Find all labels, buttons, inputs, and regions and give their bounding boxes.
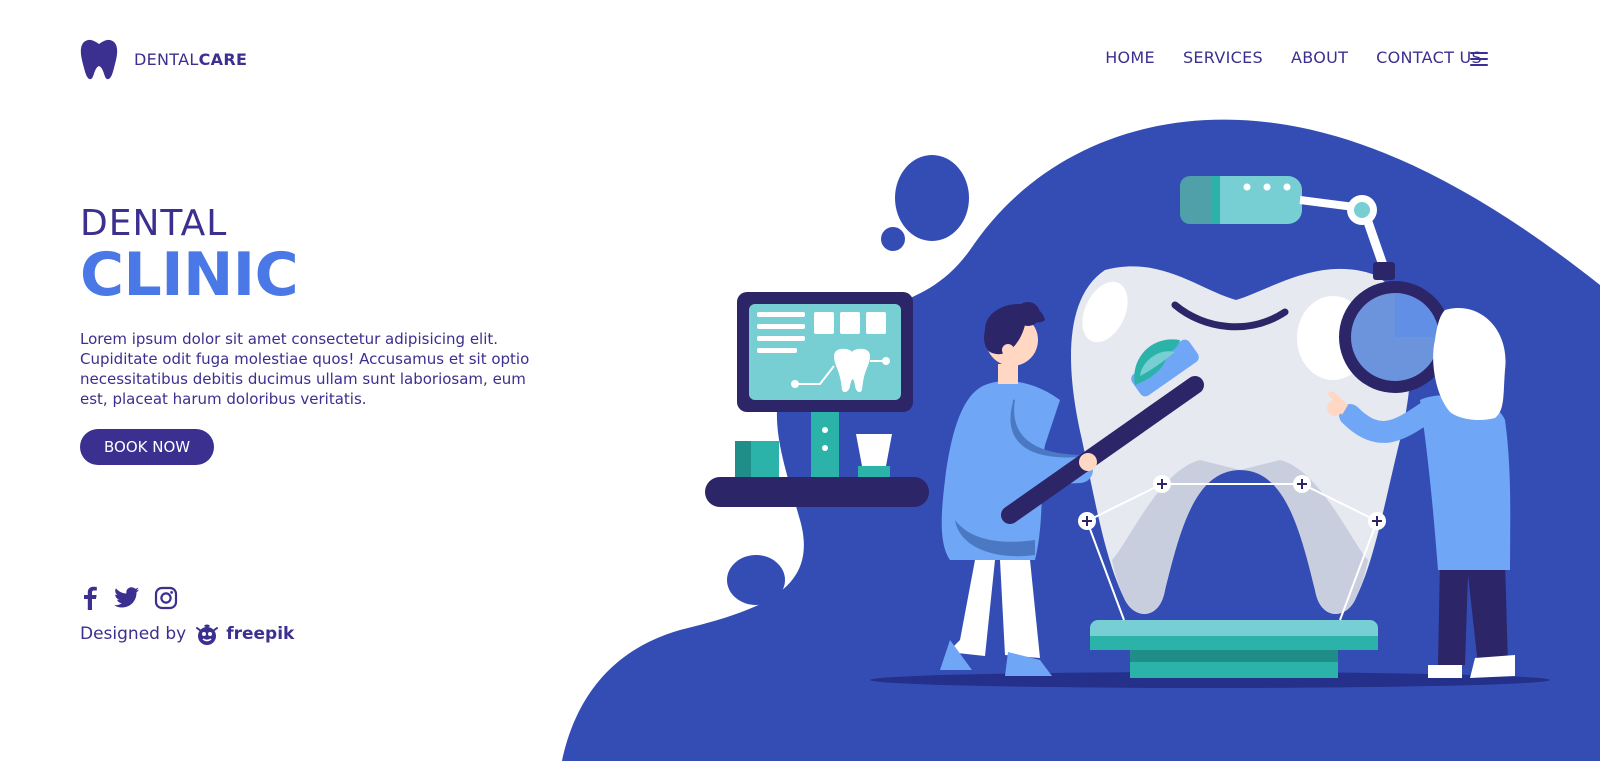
freepik-logo-icon xyxy=(196,624,219,645)
instagram-icon[interactable] xyxy=(154,586,178,610)
blob-small-3 xyxy=(727,555,785,605)
brand-name-light: DENTAL xyxy=(134,49,199,69)
social-links xyxy=(80,586,178,610)
nav-item-home[interactable]: HOME xyxy=(1105,48,1155,67)
main-nav: HOME SERVICES ABOUT CONTACT US xyxy=(1105,48,1482,67)
hero-title-line2: CLINIC xyxy=(80,239,299,310)
tooth-pedestal xyxy=(1090,620,1378,678)
menu-bar xyxy=(1470,58,1488,60)
menu-bar xyxy=(1470,64,1488,66)
hero-section: DENTAL CLINIC Lorem ipsum dolor sit amet… xyxy=(80,205,560,465)
book-now-button[interactable]: BOOK NOW xyxy=(80,428,215,465)
freepik-brand-text: freepik xyxy=(226,624,295,644)
hero-title-line1: DENTAL xyxy=(80,203,228,244)
nav-item-contact-us[interactable]: CONTACT US xyxy=(1376,48,1482,67)
twitter-icon[interactable] xyxy=(114,587,140,609)
facebook-icon[interactable] xyxy=(80,586,100,610)
nav-item-services[interactable]: SERVICES xyxy=(1183,48,1263,67)
hero-description: Lorem ipsum dolor sit amet consectetur a… xyxy=(80,329,530,408)
menu-bar xyxy=(1470,52,1488,54)
nav-item-about[interactable]: ABOUT xyxy=(1291,48,1348,67)
credit-prefix: Designed by xyxy=(80,624,187,644)
hamburger-menu-icon[interactable] xyxy=(1470,52,1488,66)
brand-name: DENTALCARE xyxy=(134,50,247,69)
brand-logo[interactable]: DENTALCARE xyxy=(80,38,247,80)
tooth-icon xyxy=(80,39,118,80)
freepik-link[interactable]: freepik xyxy=(194,622,294,646)
blob-small-1 xyxy=(895,155,969,241)
blob-small-2 xyxy=(881,227,905,251)
designer-credit: Designed by freepik xyxy=(80,622,294,646)
brand-name-bold: CARE xyxy=(198,49,248,69)
